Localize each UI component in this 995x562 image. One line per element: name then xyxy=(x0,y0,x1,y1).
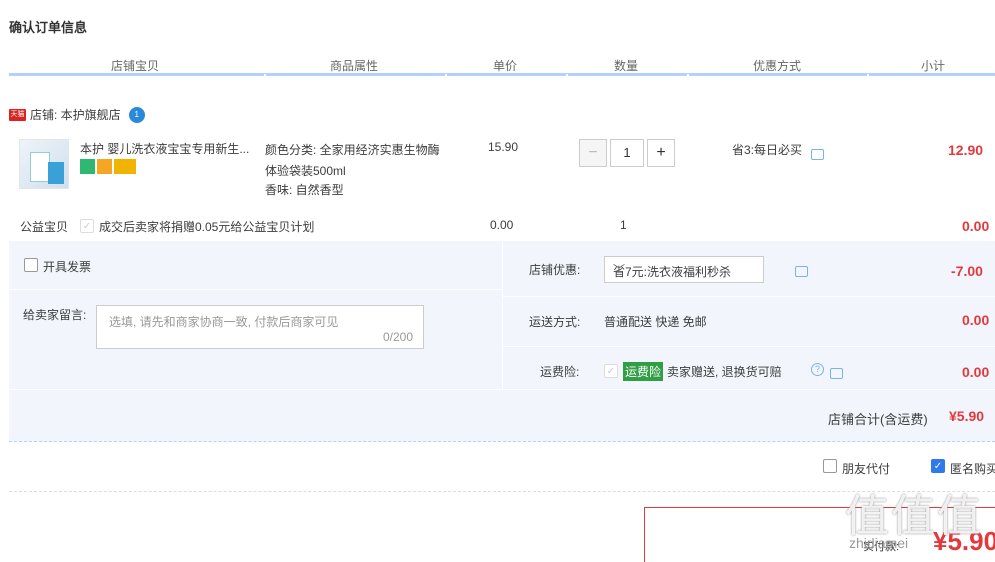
product-thumbnail[interactable] xyxy=(19,139,69,189)
wangwang-icon[interactable]: 1 xyxy=(128,106,145,123)
discount-chat-icon[interactable] xyxy=(795,266,809,278)
message-counter: 0/200 xyxy=(382,330,413,344)
friend-pay-label: 朋友代付 xyxy=(842,462,891,476)
anonymous-label: 匿名购买 xyxy=(950,462,995,476)
insurance-chat-icon[interactable] xyxy=(829,368,843,380)
invoice-checkbox[interactable] xyxy=(24,258,38,272)
charity-price: 0.00 xyxy=(490,218,514,232)
attr-color: 颜色分类: 全家用经济实惠生物酶 xyxy=(265,143,440,157)
col-attributes: 商品属性 xyxy=(330,59,379,73)
col-discount: 优惠方式 xyxy=(753,59,802,73)
shop-discount-amount: -7.00 xyxy=(951,263,983,279)
shop-discount-select[interactable]: 省7元:洗衣液福利秒杀 ﹀ xyxy=(604,256,764,283)
charity-text: 成交后卖家将捐赠0.05元给公益宝贝计划 xyxy=(99,220,315,234)
insurance-checkbox: ✓ xyxy=(604,364,618,378)
table-header: 店铺宝贝 商品属性 单价 数量 优惠方式 小计 xyxy=(9,52,995,77)
message-placeholder: 选填, 请先和商家协商一致, 付款后商家可见 xyxy=(109,315,339,329)
promo-text: 省3:每日必买 xyxy=(732,143,803,157)
unit-price: 15.90 xyxy=(488,140,519,154)
chevron-down-icon: ﹀ xyxy=(613,263,626,277)
tmall-icon: 天猫 xyxy=(9,108,26,121)
col-subtotal: 小计 xyxy=(921,59,946,73)
decrement-button[interactable]: − xyxy=(579,139,607,167)
shop-total-amount: ¥5.90 xyxy=(949,408,985,424)
guarantee-icon xyxy=(97,159,112,175)
friend-pay-checkbox[interactable] xyxy=(823,459,837,473)
charity-checkbox: ✓ xyxy=(80,219,94,233)
insurance-amount: 0.00 xyxy=(962,364,990,380)
invoice-label: 开具发票 xyxy=(43,260,92,274)
charity-qty: 1 xyxy=(620,218,627,232)
seven-day-return-icon xyxy=(80,159,95,175)
shop-name-link[interactable]: 店铺: 本护旗舰店 xyxy=(30,106,121,123)
item-subtotal: 12.90 xyxy=(948,142,984,158)
insurance-label: 运费险: xyxy=(540,365,580,379)
col-quantity: 数量 xyxy=(614,59,639,73)
insurance-text: 卖家赠送, 退换货可赔 xyxy=(667,365,782,379)
shop-row: 天猫 店铺: 本护旗舰店 1 xyxy=(9,106,145,123)
card-pay-icon xyxy=(114,159,136,175)
shipping-value: 普通配送 快递 免邮 xyxy=(604,315,707,329)
product-title-link[interactable]: 本护 婴儿洗衣液宝宝专用新生... xyxy=(80,140,255,157)
shop-discount-label: 店铺优惠: xyxy=(529,263,581,277)
message-label: 给卖家留言: xyxy=(23,308,87,322)
insurance-tag: 运费险 xyxy=(623,362,664,381)
help-icon[interactable]: ? xyxy=(811,363,824,376)
shipping-amount: 0.00 xyxy=(962,312,990,328)
attr-scent: 香味: 自然香型 xyxy=(265,183,344,197)
col-price: 单价 xyxy=(493,59,518,73)
col-shop-item: 店铺宝贝 xyxy=(111,59,160,73)
quantity-stepper: − 1 + xyxy=(579,139,675,167)
page-title: 确认订单信息 xyxy=(9,20,88,35)
attr-size: 体验袋装500ml xyxy=(265,164,346,178)
anonymous-checkbox[interactable]: ✓ xyxy=(931,459,945,473)
product-badges xyxy=(80,159,138,175)
shop-total-label: 店铺合计(含运费) xyxy=(828,412,928,427)
shipping-label: 运送方式: xyxy=(529,315,581,329)
increment-button[interactable]: + xyxy=(647,139,675,167)
charity-label: 公益宝贝 xyxy=(20,220,69,234)
message-input[interactable]: 选填, 请先和商家协商一致, 付款后商家可见 0/200 xyxy=(96,305,424,349)
watermark-text: zhidiamei xyxy=(849,535,909,551)
promo-chat-icon[interactable] xyxy=(811,149,824,161)
charity-subtotal: 0.00 xyxy=(962,218,990,234)
quantity-input[interactable]: 1 xyxy=(610,139,644,167)
